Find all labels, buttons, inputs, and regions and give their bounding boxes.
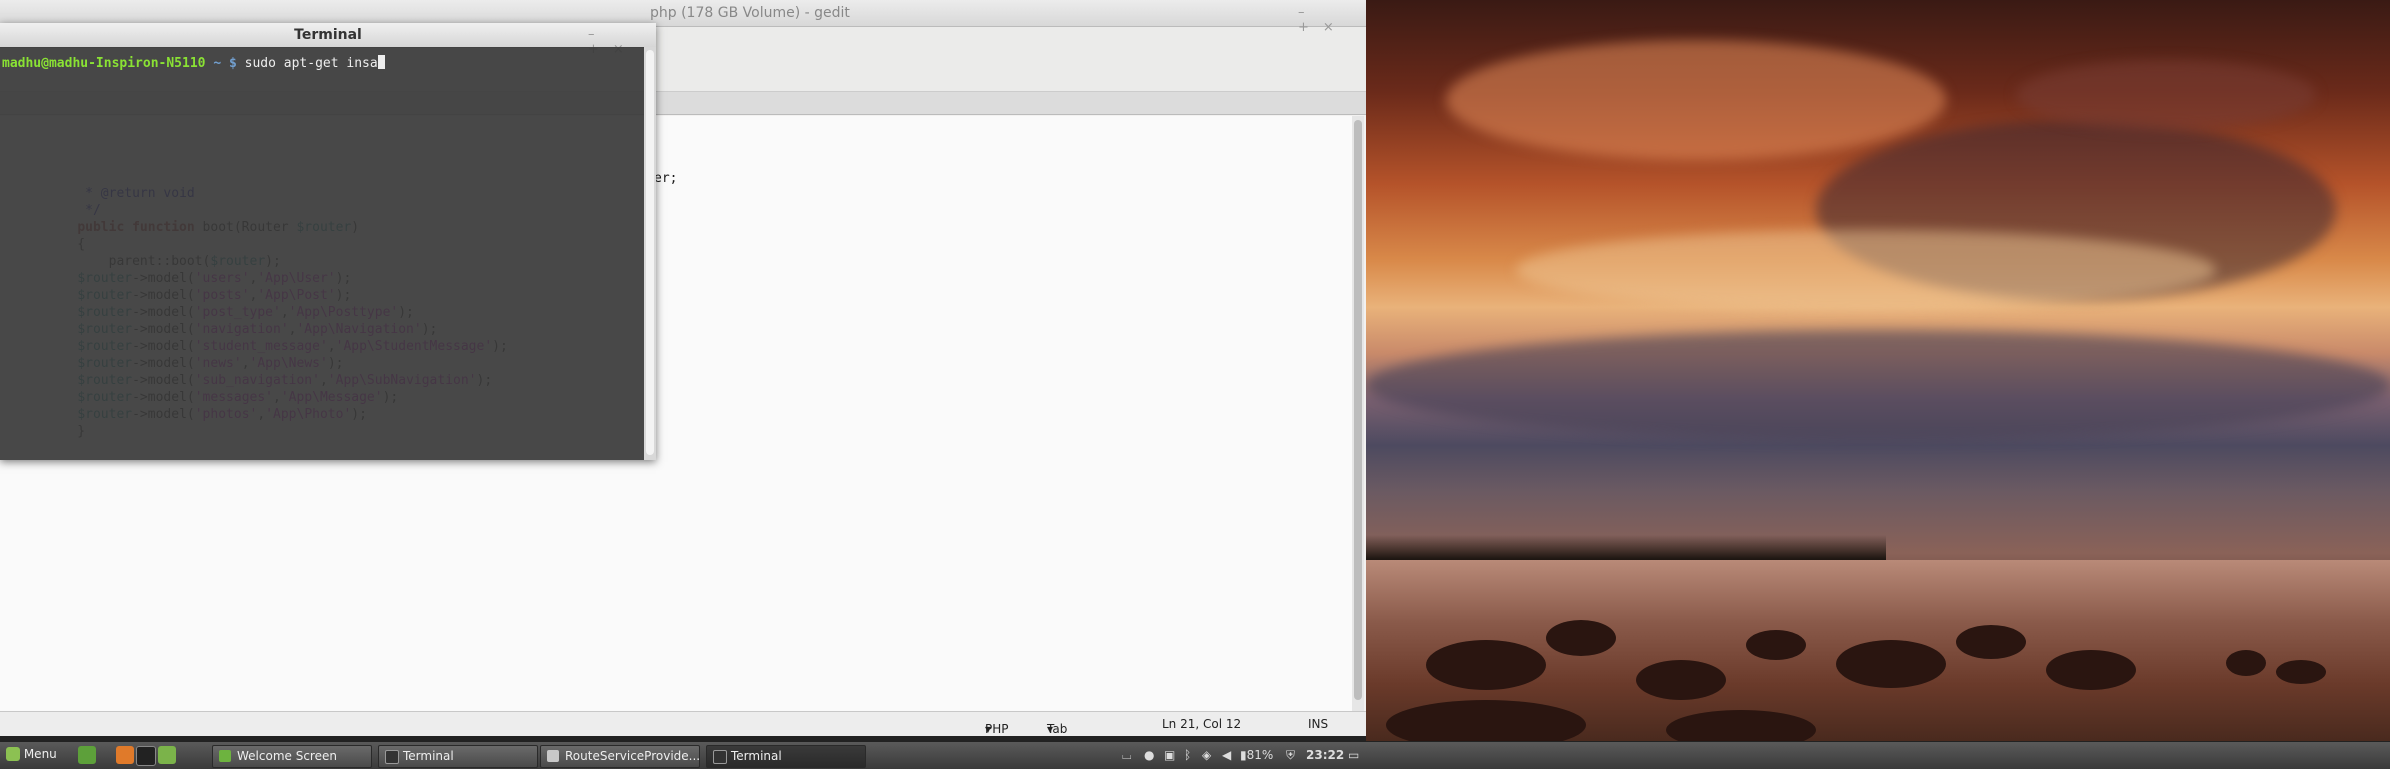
shield-icon[interactable]: ⛨ xyxy=(1286,748,1295,763)
terminal-launcher-icon[interactable] xyxy=(136,746,156,766)
gedit-icon xyxy=(547,750,559,762)
editor-scrollbar[interactable] xyxy=(1352,116,1364,711)
task-label: Terminal xyxy=(403,749,454,763)
gedit-window-controls: –+× xyxy=(1298,5,1366,35)
gedit-title: php (178 GB Volume) - gedit xyxy=(650,5,850,21)
menu-button[interactable]: Menu xyxy=(6,747,57,761)
terminal-scrollbar[interactable] xyxy=(644,47,656,460)
user-icon[interactable]: ● xyxy=(1144,748,1154,762)
terminal-icon xyxy=(385,750,399,764)
battery-percent: 81% xyxy=(1246,748,1274,762)
terminal-prompt-line: madhu@madhu-Inspiron-N5110 ~ $ sudo apt-… xyxy=(2,55,385,71)
battery-indicator[interactable]: ▮81% xyxy=(1240,748,1273,762)
desktop-icon[interactable]: ▭ xyxy=(1348,748,1359,762)
terminal-window: Terminal –+× madhu@madhu-Inspiron-N5110 … xyxy=(0,23,656,460)
insert-mode: INS xyxy=(1308,717,1329,731)
task-terminal-1[interactable]: Terminal xyxy=(378,745,538,768)
scrollbar-thumb[interactable] xyxy=(1354,120,1362,700)
taskbar: Menu Welcome Screen Terminal RouteServic… xyxy=(0,741,2390,769)
close-icon[interactable]: × xyxy=(1323,20,1348,35)
cursor-position: Ln 21, Col 12 xyxy=(1162,717,1242,731)
task-label: RouteServiceProvide... xyxy=(565,749,701,763)
task-label: Terminal xyxy=(731,749,782,763)
show-desktop-icon[interactable] xyxy=(78,746,96,764)
chevron-down-icon: ▾ xyxy=(985,722,992,736)
scrollbar-thumb[interactable] xyxy=(646,50,654,455)
files-icon[interactable] xyxy=(158,746,176,764)
workspace-icon[interactable]: ⌴ xyxy=(1122,748,1132,763)
task-gedit-routeserviceprovider[interactable]: RouteServiceProvide... xyxy=(540,745,700,768)
network-icon[interactable]: ◈ xyxy=(1202,748,1211,762)
task-label: Welcome Screen xyxy=(237,749,337,763)
code-fragment: er; xyxy=(654,171,678,186)
welcome-icon xyxy=(219,750,231,762)
task-welcome-screen[interactable]: Welcome Screen xyxy=(212,745,372,768)
prompt-user: madhu@madhu-Inspiron-N5110 xyxy=(2,56,206,71)
update-icon[interactable]: ▣ xyxy=(1164,748,1175,762)
task-terminal-2[interactable]: Terminal xyxy=(706,745,866,768)
battery-icon: ▮ xyxy=(1240,748,1247,762)
firefox-icon[interactable] xyxy=(116,746,134,764)
text-cursor xyxy=(377,55,385,69)
mint-logo-icon xyxy=(6,747,20,761)
terminal-titlebar[interactable]: Terminal –+× xyxy=(0,23,656,57)
bluetooth-icon[interactable]: ᛒ xyxy=(1184,748,1191,762)
minimize-icon[interactable]: – xyxy=(1298,5,1319,20)
chevron-down-icon: ▾ xyxy=(1047,722,1054,736)
desktop-wallpaper xyxy=(1366,0,2390,768)
terminal-icon xyxy=(713,750,727,764)
prompt-path: ~ $ xyxy=(205,56,237,71)
minimize-icon[interactable]: – xyxy=(588,27,609,42)
gedit-statusbar: PHP ▾ Tab Width: 8 ▾ Ln 21, Col 12 INS xyxy=(0,711,1366,764)
terminal-body[interactable]: madhu@madhu-Inspiron-N5110 ~ $ sudo apt-… xyxy=(0,47,644,460)
clock[interactable]: 23:22 xyxy=(1306,748,1344,762)
terminal-command: sudo apt-get insa xyxy=(236,56,378,71)
menu-label: Menu xyxy=(23,747,57,761)
terminal-title: Terminal xyxy=(294,27,362,43)
volume-icon[interactable]: ◀ xyxy=(1222,748,1231,762)
maximize-icon[interactable]: + xyxy=(1298,20,1323,35)
